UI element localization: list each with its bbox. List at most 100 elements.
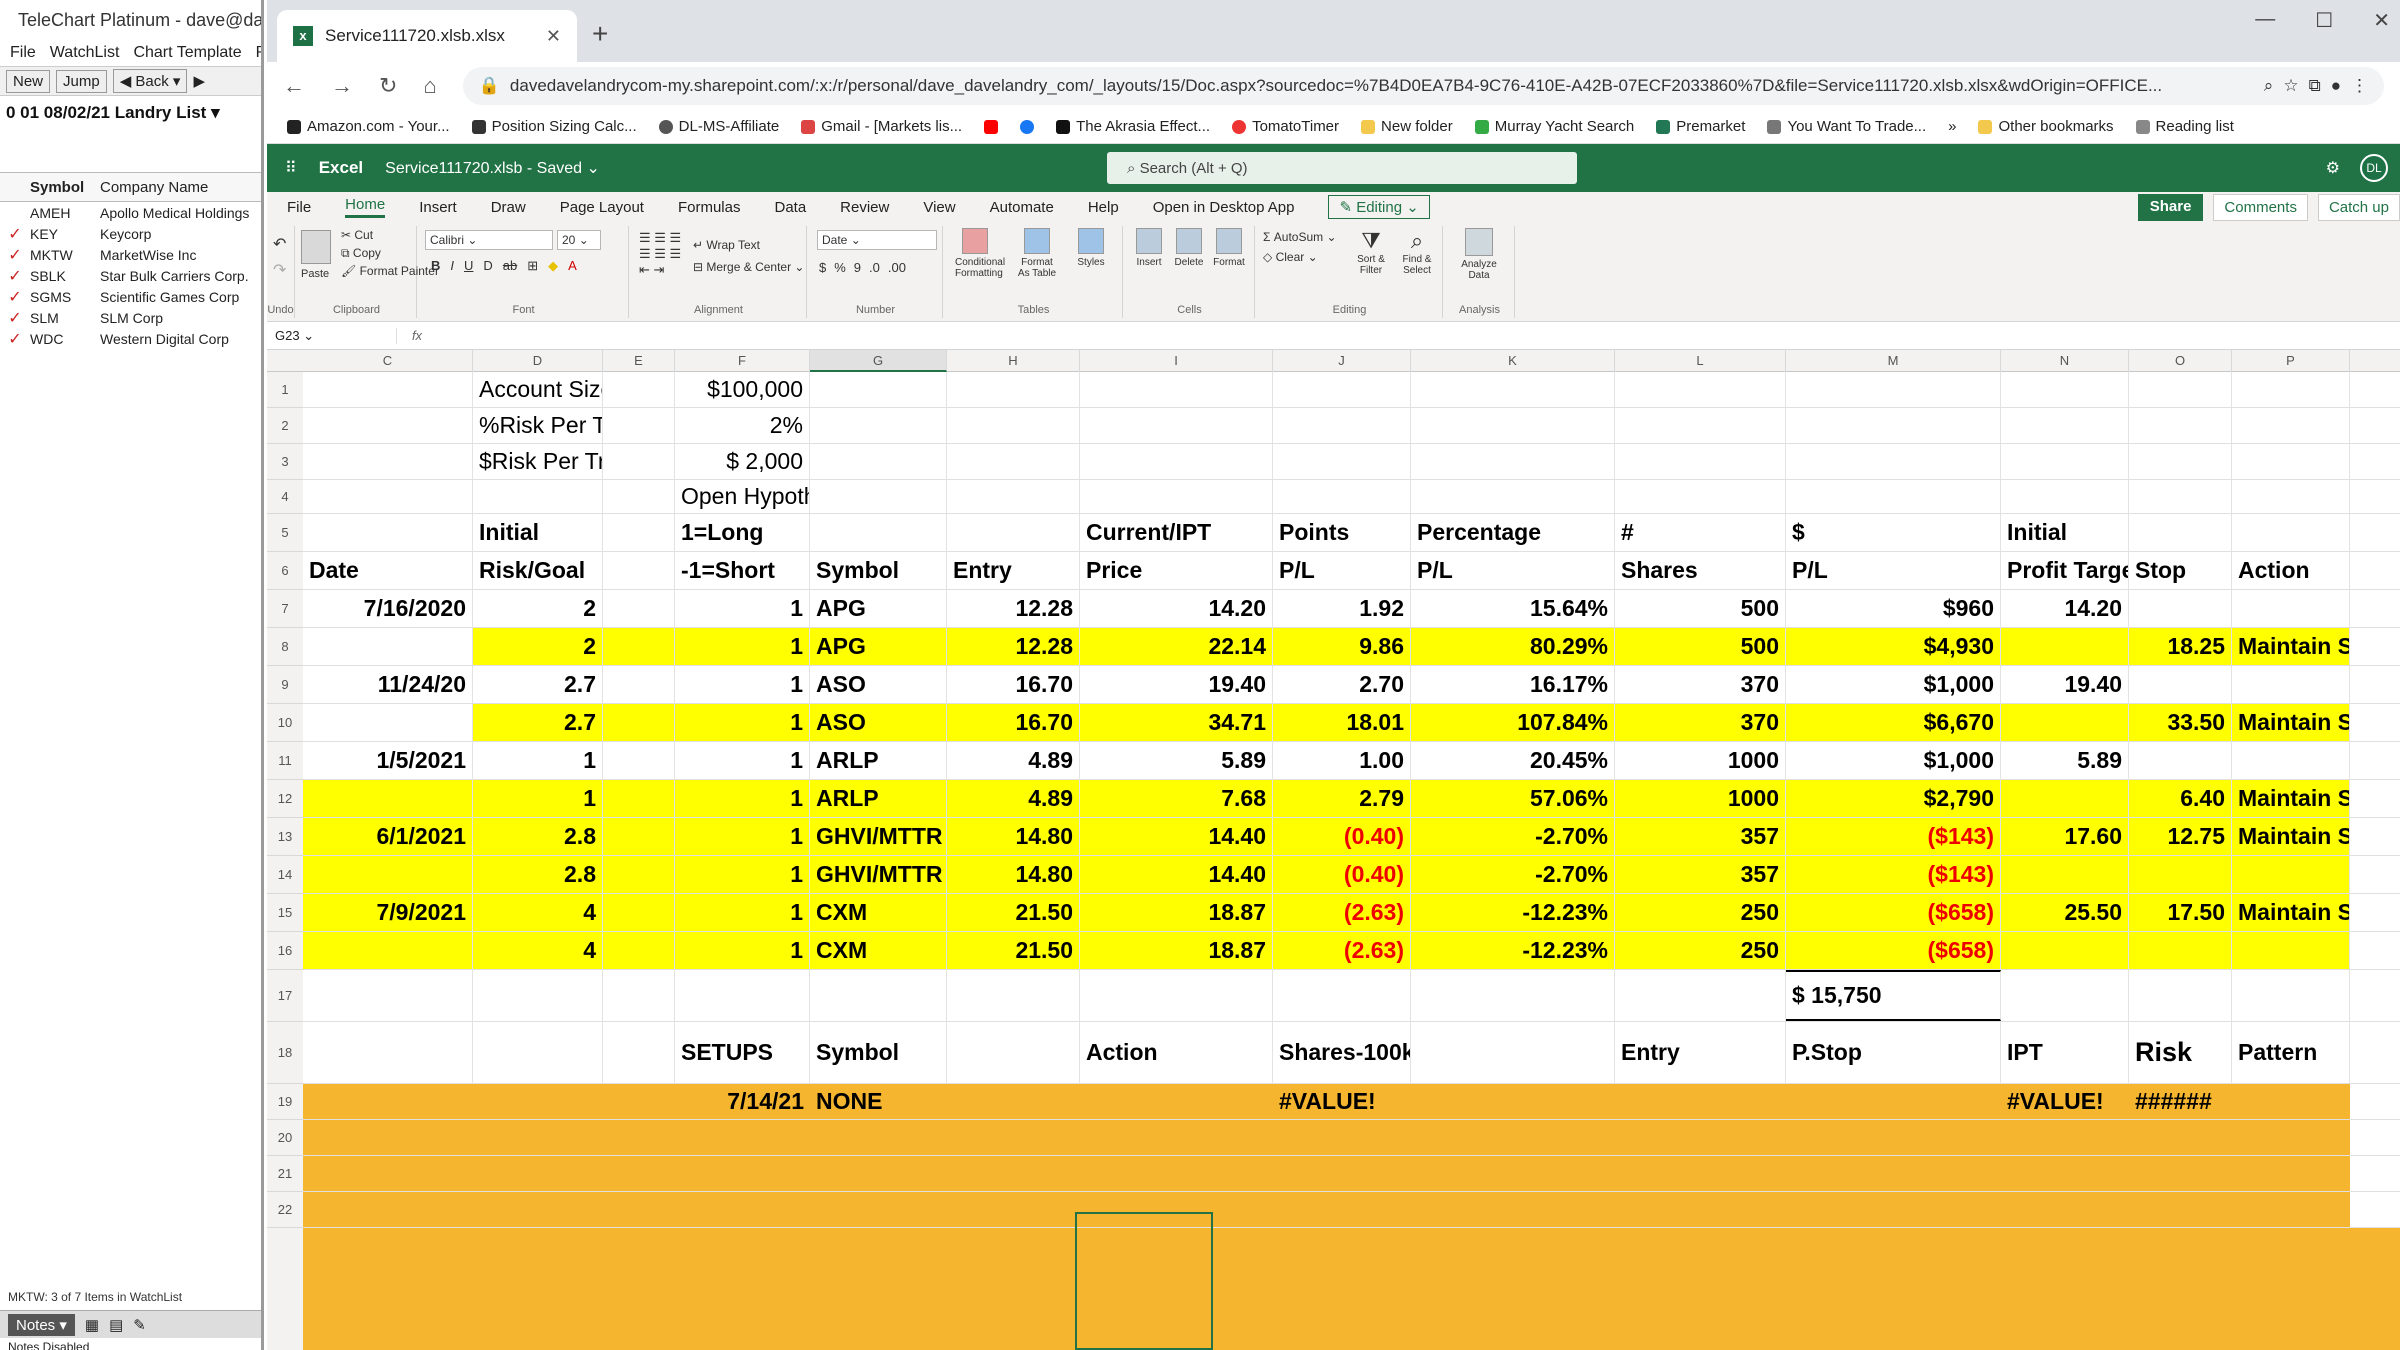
bookmark-item[interactable]: Gmail - [Markets lis... — [801, 118, 962, 135]
tab-help[interactable]: Help — [1088, 199, 1119, 216]
cell-l10[interactable]: 370 — [1615, 704, 1786, 741]
row-header[interactable]: 17 — [267, 970, 303, 1022]
close-window-icon[interactable]: ✕ — [2373, 8, 2390, 33]
bookmark-item[interactable]: Position Sizing Calc... — [471, 118, 637, 135]
profile-icon[interactable]: ● — [2331, 76, 2341, 96]
tool-icon[interactable]: ✎ — [133, 1316, 146, 1334]
cell-h6[interactable]: Entry — [947, 552, 1080, 589]
cell-g13[interactable]: GHVI/MTTR — [810, 818, 947, 855]
italic-icon[interactable]: I — [450, 258, 454, 274]
cell-j7[interactable]: 1.92 — [1273, 590, 1411, 627]
cell-d13[interactable]: 2.8 — [473, 818, 603, 855]
cell-j3[interactable] — [1273, 444, 1411, 479]
cell-e11[interactable] — [603, 742, 675, 779]
cell-e8[interactable] — [603, 628, 675, 665]
cell-o2[interactable] — [2129, 408, 2232, 443]
cell-n15[interactable]: 25.50 — [2001, 894, 2129, 931]
strikethrough-icon[interactable]: ab — [503, 258, 517, 274]
cell-h10[interactable]: 16.70 — [947, 704, 1080, 741]
cell-m14[interactable]: ($143) — [1786, 856, 2001, 893]
cell-n3[interactable] — [2001, 444, 2129, 479]
cell-o7[interactable] — [2129, 590, 2232, 627]
cell-j12[interactable]: 2.79 — [1273, 780, 1411, 817]
cell-o13[interactable]: 12.75 — [2129, 818, 2232, 855]
cell-l3[interactable] — [1615, 444, 1786, 479]
format-button[interactable]: Format — [1211, 228, 1247, 268]
row-header[interactable]: 5 — [267, 514, 303, 552]
column-header-n[interactable]: N — [2001, 350, 2129, 372]
cell-n18[interactable]: IPT — [2001, 1022, 2129, 1083]
cell-m4[interactable] — [1786, 480, 2001, 513]
cell-m11[interactable]: $1,000 — [1786, 742, 2001, 779]
row-header[interactable]: 11 — [267, 742, 303, 780]
cell-j8[interactable]: 9.86 — [1273, 628, 1411, 665]
cell-j14[interactable]: (0.40) — [1273, 856, 1411, 893]
jump-button[interactable]: Jump — [56, 69, 107, 93]
menu-more[interactable]: Re — [256, 44, 261, 62]
cell-l14[interactable]: 357 — [1615, 856, 1786, 893]
cell-i13[interactable]: 14.40 — [1080, 818, 1273, 855]
column-header-f[interactable]: F — [675, 350, 810, 372]
cell-h13[interactable]: 14.80 — [947, 818, 1080, 855]
cell-n4[interactable] — [2001, 480, 2129, 513]
cell-p17[interactable] — [2232, 970, 2350, 1021]
new-tab-icon[interactable]: + — [592, 18, 608, 50]
cell-o19[interactable]: ###### — [2129, 1084, 2232, 1119]
cell-d2[interactable]: %Risk Per Trade — [473, 408, 603, 443]
cell-j11[interactable]: 1.00 — [1273, 742, 1411, 779]
cell-h17[interactable] — [947, 970, 1080, 1021]
cell-e6[interactable] — [603, 552, 675, 589]
row-header[interactable]: 9 — [267, 666, 303, 704]
row-header[interactable]: 15 — [267, 894, 303, 932]
cell-f19[interactable]: 7/14/21 — [675, 1084, 810, 1119]
cell-l8[interactable]: 500 — [1615, 628, 1786, 665]
cell-d17[interactable] — [473, 970, 603, 1021]
cell-g19[interactable]: NONE — [810, 1084, 947, 1119]
borders-icon[interactable]: ⊞ — [527, 258, 538, 274]
cell-k11[interactable]: 20.45% — [1411, 742, 1615, 779]
list-item[interactable]: AMEH Apollo Medical Holdings — [0, 202, 261, 223]
zoom-icon[interactable]: ⌕ — [2264, 76, 2274, 96]
chart-icon[interactable]: ▤ — [109, 1316, 123, 1334]
cell-d20[interactable] — [473, 1120, 603, 1155]
cell-l11[interactable]: 1000 — [1615, 742, 1786, 779]
cell-p19[interactable] — [2232, 1084, 2350, 1119]
paste-icon[interactable] — [301, 230, 331, 264]
cell-l6[interactable]: Shares — [1615, 552, 1786, 589]
clear-button[interactable]: ◇ Clear ⌄ — [1263, 250, 1318, 264]
cell-p5[interactable] — [2232, 514, 2350, 551]
cell-e1[interactable] — [603, 372, 675, 407]
font-size-select[interactable]: 20 ⌄ — [557, 230, 601, 250]
cell-c21[interactable] — [303, 1156, 473, 1191]
row-header[interactable]: 6 — [267, 552, 303, 590]
cell-d12[interactable]: 1 — [473, 780, 603, 817]
cell-m7[interactable]: $960 — [1786, 590, 2001, 627]
column-header-k[interactable]: K — [1411, 350, 1615, 372]
close-tab-icon[interactable]: ✕ — [546, 26, 561, 47]
cell-g17[interactable] — [810, 970, 947, 1021]
cell-k15[interactable]: -12.23% — [1411, 894, 1615, 931]
cell-o20[interactable] — [2129, 1120, 2232, 1155]
cell-j2[interactable] — [1273, 408, 1411, 443]
cell-g18[interactable]: Symbol — [810, 1022, 947, 1083]
cell-d11[interactable]: 1 — [473, 742, 603, 779]
cell-n8[interactable] — [2001, 628, 2129, 665]
cell-l9[interactable]: 370 — [1615, 666, 1786, 703]
cell-m5[interactable]: $ — [1786, 514, 2001, 551]
cell-p14[interactable] — [2232, 856, 2350, 893]
cell-c11[interactable]: 1/5/2021 — [303, 742, 473, 779]
cell-d6[interactable]: Risk/Goal — [473, 552, 603, 589]
cell-m1[interactable] — [1786, 372, 2001, 407]
cell-i1[interactable] — [1080, 372, 1273, 407]
insert-button[interactable]: Insert — [1131, 228, 1167, 268]
cell-i17[interactable] — [1080, 970, 1273, 1021]
cell-c5[interactable] — [303, 514, 473, 551]
cell-o10[interactable]: 33.50 — [2129, 704, 2232, 741]
double-underline-icon[interactable]: D — [483, 258, 492, 274]
cell-g5[interactable] — [810, 514, 947, 551]
cell-p12[interactable]: Maintain Stop — [2232, 780, 2350, 817]
cell-n10[interactable] — [2001, 704, 2129, 741]
cell-f14[interactable]: 1 — [675, 856, 810, 893]
cell-e17[interactable] — [603, 970, 675, 1021]
column-header-e[interactable]: E — [603, 350, 675, 372]
